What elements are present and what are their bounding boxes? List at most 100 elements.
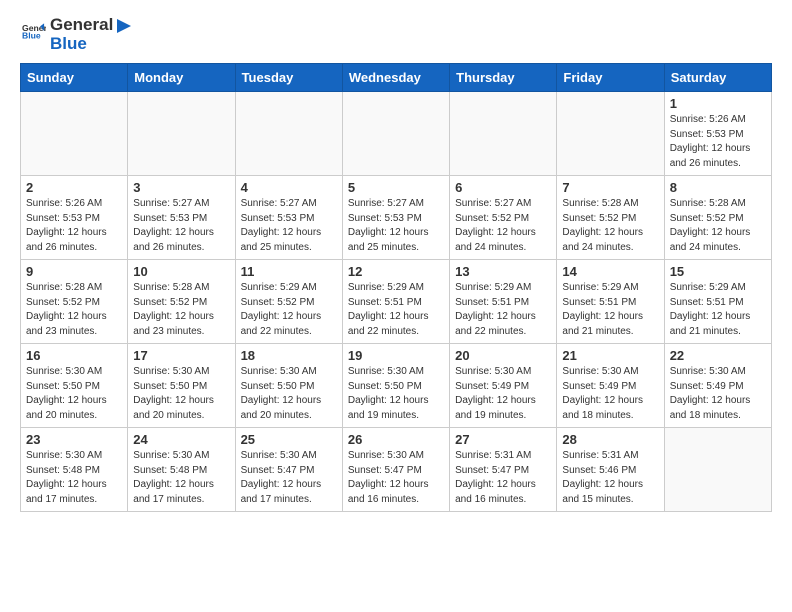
- day-cell: 19Sunrise: 5:30 AM Sunset: 5:50 PM Dayli…: [342, 344, 449, 428]
- day-cell: 14Sunrise: 5:29 AM Sunset: 5:51 PM Dayli…: [557, 260, 664, 344]
- day-info: Sunrise: 5:31 AM Sunset: 5:47 PM Dayligh…: [455, 449, 551, 507]
- day-number: 28: [562, 432, 658, 447]
- week-row-1: 1Sunrise: 5:26 AM Sunset: 5:53 PM Daylig…: [21, 92, 772, 176]
- day-number: 12: [348, 264, 444, 279]
- day-cell: 13 Sunrise: 5:29 AM Sunset: 5:51 PM Dayli…: [450, 260, 557, 344]
- day-header-wednesday: Wednesday: [342, 64, 449, 92]
- day-number: 22: [670, 348, 766, 363]
- week-row-3: 9Sunrise: 5:28 AM Sunset: 5:52 PM Daylig…: [21, 260, 772, 344]
- day-cell: [235, 92, 342, 176]
- day-cell: 16Sunrise: 5:30 AM Sunset: 5:50 PM Dayli…: [21, 344, 128, 428]
- day-number: 11: [241, 264, 337, 279]
- day-cell: [342, 92, 449, 176]
- day-cell: 22 Sunrise: 5:30 AM Sunset: 5:49 PM Dayli…: [664, 344, 771, 428]
- logo: General Blue General Blue: [20, 16, 133, 53]
- day-info: Sunrise: 5:30 AM Sunset: 5:49 PM Dayligh…: [562, 365, 658, 423]
- day-cell: 12 Sunrise: 5:29 AM Sunset: 5:51 PM Dayli…: [342, 260, 449, 344]
- day-number: 5: [348, 180, 444, 195]
- day-info: Sunrise: 5:26 AM Sunset: 5:53 PM Dayligh…: [26, 197, 122, 255]
- day-cell: 25 Sunrise: 5:30 AM Sunset: 5:47 PM Dayli…: [235, 428, 342, 512]
- day-cell: 20 Sunrise: 5:30 AM Sunset: 5:49 PM Dayli…: [450, 344, 557, 428]
- day-cell: 2 Sunrise: 5:26 AM Sunset: 5:53 PM Daylig…: [21, 176, 128, 260]
- day-cell: 27 Sunrise: 5:31 AM Sunset: 5:47 PM Dayli…: [450, 428, 557, 512]
- day-number: 27: [455, 432, 551, 447]
- day-info: Sunrise: 5:30 AM Sunset: 5:47 PM Dayligh…: [241, 449, 337, 507]
- day-info: Sunrise: 5:29 AM Sunset: 5:51 PM Dayligh…: [455, 281, 551, 339]
- day-header-friday: Friday: [557, 64, 664, 92]
- day-cell: 3 Sunrise: 5:27 AM Sunset: 5:53 PM Daylig…: [128, 176, 235, 260]
- day-number: 14: [562, 264, 658, 279]
- day-cell: 6Sunrise: 5:27 AM Sunset: 5:52 PM Daylig…: [450, 176, 557, 260]
- day-info: Sunrise: 5:28 AM Sunset: 5:52 PM Dayligh…: [670, 197, 766, 255]
- day-info: Sunrise: 5:26 AM Sunset: 5:53 PM Dayligh…: [670, 113, 766, 171]
- day-info: Sunrise: 5:29 AM Sunset: 5:51 PM Dayligh…: [348, 281, 444, 339]
- day-info: Sunrise: 5:28 AM Sunset: 5:52 PM Dayligh…: [133, 281, 229, 339]
- day-cell: 1Sunrise: 5:26 AM Sunset: 5:53 PM Daylig…: [664, 92, 771, 176]
- svg-text:Blue: Blue: [22, 31, 41, 41]
- day-info: Sunrise: 5:27 AM Sunset: 5:53 PM Dayligh…: [348, 197, 444, 255]
- day-number: 23: [26, 432, 122, 447]
- day-info: Sunrise: 5:27 AM Sunset: 5:53 PM Dayligh…: [241, 197, 337, 255]
- day-number: 13: [455, 264, 551, 279]
- day-info: Sunrise: 5:30 AM Sunset: 5:47 PM Dayligh…: [348, 449, 444, 507]
- day-info: Sunrise: 5:31 AM Sunset: 5:46 PM Dayligh…: [562, 449, 658, 507]
- day-number: 24: [133, 432, 229, 447]
- day-info: Sunrise: 5:30 AM Sunset: 5:50 PM Dayligh…: [133, 365, 229, 423]
- day-header-sunday: Sunday: [21, 64, 128, 92]
- day-cell: 10 Sunrise: 5:28 AM Sunset: 5:52 PM Dayli…: [128, 260, 235, 344]
- day-info: Sunrise: 5:30 AM Sunset: 5:48 PM Dayligh…: [26, 449, 122, 507]
- day-info: Sunrise: 5:30 AM Sunset: 5:50 PM Dayligh…: [241, 365, 337, 423]
- day-cell: [450, 92, 557, 176]
- day-cell: [664, 428, 771, 512]
- day-number: 3: [133, 180, 229, 195]
- page: General Blue General Blue SundayMondayTu…: [0, 0, 792, 528]
- day-cell: 26 Sunrise: 5:30 AM Sunset: 5:47 PM Dayli…: [342, 428, 449, 512]
- day-cell: [557, 92, 664, 176]
- day-number: 15: [670, 264, 766, 279]
- calendar: SundayMondayTuesdayWednesdayThursdayFrid…: [20, 63, 772, 512]
- day-info: Sunrise: 5:29 AM Sunset: 5:52 PM Dayligh…: [241, 281, 337, 339]
- day-header-saturday: Saturday: [664, 64, 771, 92]
- day-cell: 5 Sunrise: 5:27 AM Sunset: 5:53 PM Daylig…: [342, 176, 449, 260]
- day-cell: 18 Sunrise: 5:30 AM Sunset: 5:50 PM Dayli…: [235, 344, 342, 428]
- day-cell: 9Sunrise: 5:28 AM Sunset: 5:52 PM Daylig…: [21, 260, 128, 344]
- day-number: 18: [241, 348, 337, 363]
- day-cell: 11 Sunrise: 5:29 AM Sunset: 5:52 PM Dayli…: [235, 260, 342, 344]
- week-row-2: 2 Sunrise: 5:26 AM Sunset: 5:53 PM Daylig…: [21, 176, 772, 260]
- day-cell: [128, 92, 235, 176]
- day-header-tuesday: Tuesday: [235, 64, 342, 92]
- day-number: 4: [241, 180, 337, 195]
- day-number: 25: [241, 432, 337, 447]
- day-info: Sunrise: 5:30 AM Sunset: 5:50 PM Dayligh…: [348, 365, 444, 423]
- day-number: 8: [670, 180, 766, 195]
- header: General Blue General Blue: [20, 16, 772, 53]
- logo-blue: Blue: [50, 35, 133, 54]
- day-cell: 21 Sunrise: 5:30 AM Sunset: 5:49 PM Dayli…: [557, 344, 664, 428]
- day-info: Sunrise: 5:27 AM Sunset: 5:52 PM Dayligh…: [455, 197, 551, 255]
- day-cell: 17Sunrise: 5:30 AM Sunset: 5:50 PM Dayli…: [128, 344, 235, 428]
- day-number: 16: [26, 348, 122, 363]
- day-number: 26: [348, 432, 444, 447]
- day-info: Sunrise: 5:30 AM Sunset: 5:49 PM Dayligh…: [670, 365, 766, 423]
- day-header-monday: Monday: [128, 64, 235, 92]
- day-cell: 4 Sunrise: 5:27 AM Sunset: 5:53 PM Daylig…: [235, 176, 342, 260]
- day-header-row: SundayMondayTuesdayWednesdayThursdayFrid…: [21, 64, 772, 92]
- day-header-thursday: Thursday: [450, 64, 557, 92]
- week-row-4: 16 Sunrise: 5:30 AM Sunset: 5:50 PM Dayli…: [21, 344, 772, 428]
- day-number: 21: [562, 348, 658, 363]
- day-info: Sunrise: 5:30 AM Sunset: 5:48 PM Dayligh…: [133, 449, 229, 507]
- day-cell: [21, 92, 128, 176]
- day-info: Sunrise: 5:27 AM Sunset: 5:53 PM Dayligh…: [133, 197, 229, 255]
- day-info: Sunrise: 5:30 AM Sunset: 5:49 PM Dayligh…: [455, 365, 551, 423]
- day-cell: 23 Sunrise: 5:30 AM Sunset: 5:48 PM Dayli…: [21, 428, 128, 512]
- day-info: Sunrise: 5:28 AM Sunset: 5:52 PM Dayligh…: [562, 197, 658, 255]
- day-cell: 28 Sunrise: 5:31 AM Sunset: 5:46 PM Dayli…: [557, 428, 664, 512]
- day-number: 10: [133, 264, 229, 279]
- day-info: Sunrise: 5:28 AM Sunset: 5:52 PM Dayligh…: [26, 281, 122, 339]
- week-row-5: 23 Sunrise: 5:30 AM Sunset: 5:48 PM Dayli…: [21, 428, 772, 512]
- day-number: 2: [26, 180, 122, 195]
- day-number: 7: [562, 180, 658, 195]
- day-number: 20: [455, 348, 551, 363]
- day-cell: 8 Sunrise: 5:28 AM Sunset: 5:52 PM Daylig…: [664, 176, 771, 260]
- logo-flag-icon: [115, 18, 133, 34]
